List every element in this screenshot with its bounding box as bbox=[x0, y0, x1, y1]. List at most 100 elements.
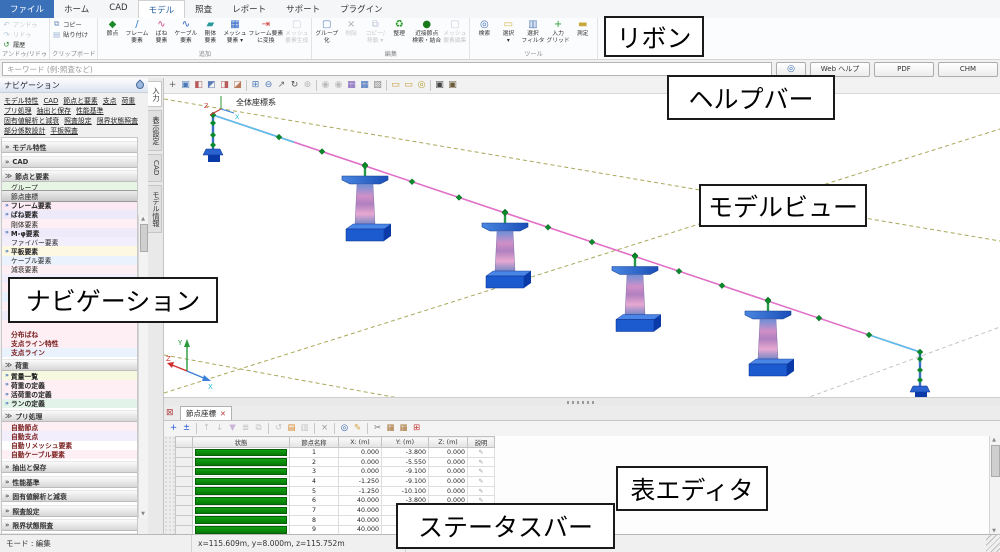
view-cube-iso-icon[interactable]: ◪ bbox=[231, 79, 244, 92]
paste-button[interactable]: ▤貼り付け bbox=[52, 29, 88, 39]
nav-link[interactable]: モデル特性 bbox=[4, 96, 38, 106]
girder-node[interactable] bbox=[866, 332, 872, 338]
table-row[interactable]: 30.000-9.1000.000✎ bbox=[176, 467, 495, 477]
bridge-pier[interactable] bbox=[342, 162, 391, 241]
scrollbar-thumb[interactable] bbox=[991, 445, 1000, 477]
girder-node[interactable] bbox=[676, 268, 682, 274]
input-grid-button[interactable]: +入力グリッド bbox=[545, 19, 570, 44]
select-filter-button[interactable]: ▥選択フィルタ bbox=[520, 19, 545, 44]
nav-link[interactable]: 固有値解析と減衰 bbox=[4, 116, 59, 126]
edit-note-icon[interactable]: ✎ bbox=[468, 467, 495, 477]
nav-link[interactable]: プリ処理 bbox=[4, 106, 32, 116]
node-button[interactable]: ◆節点 bbox=[100, 19, 124, 38]
table-row[interactable]: 10.000-3.8000.000✎ bbox=[176, 448, 495, 458]
girder-node[interactable] bbox=[917, 349, 923, 355]
search-button[interactable]: ◎検索 bbox=[472, 19, 496, 38]
side-tab[interactable]: 入力 bbox=[148, 81, 162, 107]
cut-icon[interactable]: ✂ bbox=[372, 422, 383, 435]
duplicate-icon[interactable]: ⧉ bbox=[253, 422, 264, 435]
side-tab[interactable]: CAD bbox=[148, 154, 162, 181]
nav-section[interactable]: »照査設定 bbox=[2, 505, 137, 517]
display-settings-icon[interactable]: ▦ bbox=[345, 79, 358, 92]
model-canvas[interactable]: Z X 全体座標系 Y Z X bbox=[164, 93, 1000, 397]
next-view-icon[interactable]: ◉ bbox=[332, 79, 345, 92]
close-pane-icon[interactable]: ⊠ bbox=[166, 408, 174, 418]
zoom-out-icon[interactable]: ⊖ bbox=[262, 79, 275, 92]
frame-element-button[interactable]: /フレーム要素 bbox=[124, 19, 149, 44]
redo-button[interactable]: ↷リドゥ bbox=[2, 29, 32, 39]
nav-link[interactable]: 限界状態照査 bbox=[97, 116, 138, 126]
display-settings2-icon[interactable]: ▦ bbox=[358, 79, 371, 92]
scroll-down-icon[interactable]: ▼ bbox=[139, 510, 147, 518]
nav-link[interactable]: 平板照査 bbox=[50, 126, 78, 136]
generate-mesh-button[interactable]: ▢メッシュ要素生成 bbox=[284, 19, 309, 44]
ribbon-tab-report[interactable]: レポート bbox=[222, 0, 276, 18]
ribbon-tab-support[interactable]: サポート bbox=[276, 0, 330, 18]
bridge-pier[interactable] bbox=[612, 253, 661, 332]
nav-section[interactable]: ≫節点と要素 bbox=[2, 170, 137, 182]
rotate-view-icon[interactable]: ↻ bbox=[288, 79, 301, 92]
undo-button[interactable]: ↶アンドゥ bbox=[2, 19, 38, 29]
column-header[interactable]: 状態 bbox=[193, 437, 290, 448]
copy-move-button[interactable]: ⧉コピー/移動 ▾ bbox=[363, 19, 387, 44]
nav-link[interactable]: 照査設定 bbox=[64, 116, 92, 126]
scrollbar-thumb[interactable] bbox=[140, 224, 148, 252]
sheet-b-icon[interactable]: ▦ bbox=[398, 422, 409, 435]
ribbon-tab-home[interactable]: ホーム bbox=[54, 0, 99, 18]
chm-button[interactable]: CHM bbox=[938, 62, 998, 77]
girder-node[interactable] bbox=[276, 134, 282, 140]
spring-element-button[interactable]: ∿ばね要素 bbox=[149, 19, 173, 44]
find-icon[interactable]: ◎ bbox=[339, 422, 350, 435]
prev-view-icon[interactable]: ◉ bbox=[319, 79, 332, 92]
pointer-arrow-icon[interactable]: ↗ bbox=[275, 79, 288, 92]
edit-note-icon[interactable]: ✎ bbox=[468, 457, 495, 467]
girder-node[interactable] bbox=[319, 149, 325, 155]
girder-node[interactable] bbox=[816, 315, 822, 321]
ribbon-tab-check[interactable]: 照査 bbox=[185, 0, 222, 18]
zoom-extents-icon[interactable]: ⊞ bbox=[249, 79, 262, 92]
nav-section[interactable]: »CAD bbox=[2, 156, 137, 168]
move-up-icon[interactable]: ↑ bbox=[201, 422, 212, 435]
edit-cell-icon[interactable]: ✎ bbox=[352, 422, 363, 435]
side-tab[interactable]: 表示設定 bbox=[148, 110, 162, 151]
table-row[interactable]: 4-1.250-9.1000.000✎ bbox=[176, 477, 495, 487]
measure-button[interactable]: ▬測定 bbox=[571, 19, 595, 38]
table-scrollbar[interactable]: ▲ ▼ bbox=[989, 436, 1000, 535]
paste-special-icon[interactable]: ▥ bbox=[299, 422, 310, 435]
rigid-element-button[interactable]: ▰剛体要素 bbox=[198, 19, 222, 44]
nav-link[interactable]: CAD bbox=[43, 96, 58, 106]
nav-link[interactable]: 部分係数設計 bbox=[4, 126, 45, 136]
navigation-scrollbar[interactable]: ▲ ▼ bbox=[138, 215, 148, 518]
ribbon-tab-plugin[interactable]: プラグイン bbox=[330, 0, 393, 18]
right-abutment[interactable] bbox=[910, 352, 930, 397]
girder-node[interactable] bbox=[719, 283, 725, 289]
bridge-pier[interactable] bbox=[745, 297, 794, 376]
edit-note-icon[interactable]: ✎ bbox=[468, 477, 495, 487]
nav-item[interactable]: »ランの定義 bbox=[2, 399, 137, 408]
column-header[interactable]: 節点名称 bbox=[290, 437, 339, 448]
copy-button[interactable]: ⧉コピー bbox=[52, 19, 82, 29]
nav-item[interactable]: 自動ケーブル要素 bbox=[2, 450, 137, 459]
table-row[interactable]: 20.000-5.5500.000✎ bbox=[176, 457, 495, 467]
nav-section[interactable]: »性能基準 bbox=[2, 476, 137, 488]
nav-link[interactable]: 抽出と保存 bbox=[37, 106, 71, 116]
snapshot-icon[interactable]: ▣ bbox=[433, 79, 446, 92]
edit-note-icon[interactable]: ✎ bbox=[468, 486, 495, 496]
girder-node[interactable] bbox=[456, 194, 462, 200]
edit-note-icon[interactable]: ✎ bbox=[468, 448, 495, 458]
girder-node[interactable] bbox=[545, 224, 551, 230]
add-row-icon[interactable]: + bbox=[168, 422, 179, 435]
save-view-icon[interactable]: ▭ bbox=[389, 79, 402, 92]
snapshot2-icon[interactable]: ▣ bbox=[446, 79, 459, 92]
view-cube-front-icon[interactable]: ◧ bbox=[192, 79, 205, 92]
sheet-a-icon[interactable]: ▦ bbox=[385, 422, 396, 435]
select-button[interactable]: ▭選択▾ bbox=[496, 19, 520, 44]
refresh-icon[interactable]: ↺ bbox=[273, 422, 284, 435]
pick-display-icon[interactable]: ▧ bbox=[371, 79, 384, 92]
mesh-element-button[interactable]: ▦メッシュ要素 ▾ bbox=[222, 19, 247, 44]
import-icon[interactable]: ▤ bbox=[286, 422, 297, 435]
delete-button[interactable]: ×削除 bbox=[339, 19, 363, 38]
zoom-window-icon[interactable]: ▣ bbox=[179, 79, 192, 92]
edit-mesh-button[interactable]: ▢メッシュ要素編集 bbox=[442, 19, 467, 44]
girder-node[interactable] bbox=[589, 239, 595, 245]
